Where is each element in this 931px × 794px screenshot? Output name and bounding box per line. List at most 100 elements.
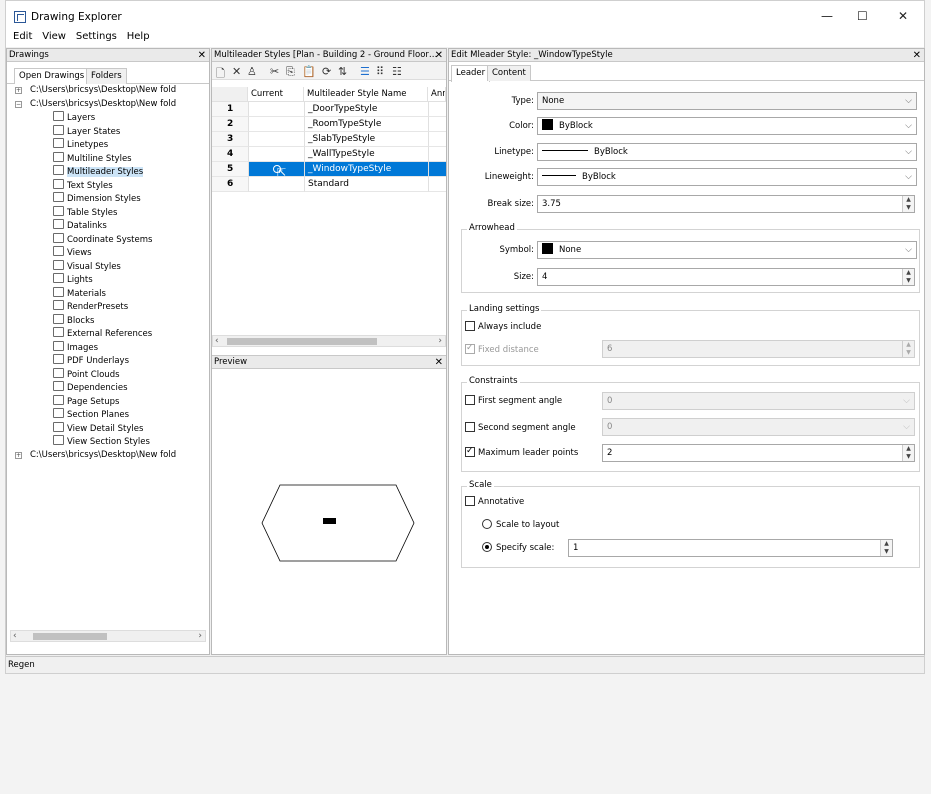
grid-horizontal-scrollbar[interactable]: ‹ › [212,335,446,347]
tree-item[interactable]: PDF Underlays [53,354,129,367]
refresh-icon[interactable]: ⇅ [338,65,347,78]
tree-drawing-node[interactable]: − C:\Users\bricsys\Desktop\New fold [15,98,176,111]
list-view-icon[interactable]: ☷ [392,65,402,78]
max-leader-points-input[interactable]: 2 ▲ ▼ [602,444,915,462]
first-segment-checkbox[interactable]: First segment angle [465,395,562,407]
column-style-name[interactable]: Multileader Style Name [304,87,428,102]
fixed-distance-input[interactable]: 6 ▲ ▼ [602,340,915,358]
tree-item[interactable]: Linetypes [53,138,108,151]
tree-drawing-node[interactable]: + C:\Users\bricsys\Desktop\New fold [15,449,176,462]
menu-help[interactable]: Help [127,31,150,42]
type-select[interactable]: None ⌵ [537,92,917,110]
grid-view-icon[interactable]: ⠿ [376,65,384,78]
close-icon[interactable]: ✕ [198,49,206,61]
annotative-checkbox[interactable]: Annotative [465,496,524,508]
purge-icon[interactable]: ♙ [247,65,257,78]
tree-item[interactable]: Page Setups [53,394,119,408]
scale-to-layout-radio[interactable]: Scale to layout [482,519,559,531]
tree-item[interactable]: Point Clouds [53,367,120,381]
tree-item[interactable]: Visual Styles [53,259,121,273]
max-leader-points-checkbox[interactable]: Maximum leader points [465,445,578,459]
tree-item[interactable]: Datalinks [53,219,107,232]
tree-item[interactable]: Materials [53,286,106,300]
maximize-button[interactable]: ☐ [857,9,868,23]
lineweight-select[interactable]: ByBlock ⌵ [537,168,917,186]
tree-item[interactable]: View Detail Styles [53,421,143,435]
details-view-icon[interactable]: ☰ [360,65,370,78]
tree-item[interactable]: Views [53,246,92,259]
menu-view[interactable]: View [42,31,66,42]
max-leader-points-spinner[interactable]: ▲ ▼ [902,445,914,461]
collapse-icon[interactable]: − [15,100,22,108]
tab-content[interactable]: Content [487,65,531,81]
arrow-size-input[interactable]: 4 ▲ ▼ [537,268,915,286]
fixed-distance-checkbox[interactable]: Fixed distance [465,342,539,356]
drawings-tree[interactable]: + C:\Users\bricsys\Desktop\New fold − C:\Us… [10,84,207,624]
specify-scale-radio[interactable]: Specify scale: [482,542,554,554]
tree-item[interactable]: Multileader Styles [53,165,144,178]
tree-drawing-node[interactable]: + C:\Users\bricsys\Desktop\New fold [15,84,176,97]
cut-icon[interactable]: ✂ [270,65,279,78]
tab-open-drawings[interactable]: Open Drawings [14,68,90,85]
close-icon[interactable]: ✕ [435,356,443,368]
scroll-left-icon[interactable]: ‹ [215,336,219,346]
delete-icon[interactable]: ✕ [232,65,241,78]
column-annotative[interactable]: Ann [428,87,446,102]
tree-item[interactable]: Lights [53,273,93,286]
tree-item[interactable]: View Section Styles [53,435,150,448]
tree-item[interactable]: Dimension Styles [53,192,141,205]
scroll-right-icon[interactable]: › [438,336,442,346]
tree-item[interactable]: Multiline Styles [53,151,132,165]
tree-item[interactable]: Table Styles [53,205,117,219]
tree-item[interactable]: Layers [53,111,95,124]
second-segment-select[interactable]: 0 ⌵ [602,418,915,436]
scroll-left-icon[interactable]: ‹ [13,631,17,641]
break-size-spinner[interactable]: ▲ ▼ [902,196,914,212]
table-row[interactable]: 3 _SlabTypeStyle [212,132,446,147]
expand-icon[interactable]: + [15,451,22,459]
tree-item[interactable]: Blocks [53,313,94,327]
specify-scale-spinner[interactable]: ▲ ▼ [880,540,892,556]
tree-horizontal-scrollbar[interactable]: ‹ › [10,630,206,642]
table-row[interactable]: 5 ⇱ _WindowTypeStyle [212,162,446,179]
symbol-select[interactable]: None ⌵ [537,241,917,259]
linetype-select[interactable]: ByBlock ⌵ [537,143,917,161]
table-row[interactable]: 2 _RoomTypeStyle [212,117,446,132]
tab-folders[interactable]: Folders [86,68,127,84]
close-button[interactable]: ✕ [898,9,908,23]
second-segment-checkbox[interactable]: Second segment angle [465,422,576,434]
always-include-checkbox[interactable]: Always include [465,321,541,333]
tree-item[interactable]: Text Styles [53,178,113,192]
arrow-size-spinner[interactable]: ▲ ▼ [902,269,914,285]
table-row[interactable]: 4 _WallTypeStyle [212,147,446,162]
minimize-button[interactable]: — [821,9,833,23]
new-style-icon[interactable]: 🗋 [216,65,225,84]
table-row[interactable]: 6 Standard [212,177,446,192]
scroll-right-icon[interactable]: › [198,631,202,641]
tree-item[interactable]: Dependencies [53,381,128,394]
scrollbar-thumb[interactable] [33,633,107,640]
tree-item[interactable]: Layer States [53,124,120,138]
tab-leader[interactable]: Leader [451,65,491,82]
close-icon[interactable]: ✕ [435,49,443,61]
set-current-icon[interactable]: ⟳ [322,65,331,78]
specify-scale-input[interactable]: 1 ▲ ▼ [568,539,893,557]
close-icon[interactable]: ✕ [913,49,921,61]
paste-icon[interactable]: 📋 [302,65,316,78]
menu-settings[interactable]: Settings [76,31,117,42]
table-row[interactable]: 1 _DoorTypeStyle [212,102,446,117]
tree-item[interactable]: RenderPresets [53,300,128,313]
color-select[interactable]: ByBlock ⌵ [537,117,917,135]
scrollbar-thumb[interactable] [227,338,377,345]
tree-item[interactable]: Coordinate Systems [53,232,152,246]
tree-item[interactable]: Section Planes [53,408,129,421]
fixed-distance-spinner[interactable]: ▲ ▼ [902,341,914,357]
tree-item[interactable]: External References [53,327,152,340]
break-size-input[interactable]: 3.75 ▲ ▼ [537,195,915,213]
first-segment-select[interactable]: 0 ⌵ [602,392,915,410]
menu-edit[interactable]: Edit [13,31,32,42]
expand-icon[interactable]: + [15,87,22,94]
column-current[interactable]: Current [248,87,304,102]
copy-icon[interactable]: ⎘ [286,65,295,79]
tree-item[interactable]: Images [53,340,98,354]
